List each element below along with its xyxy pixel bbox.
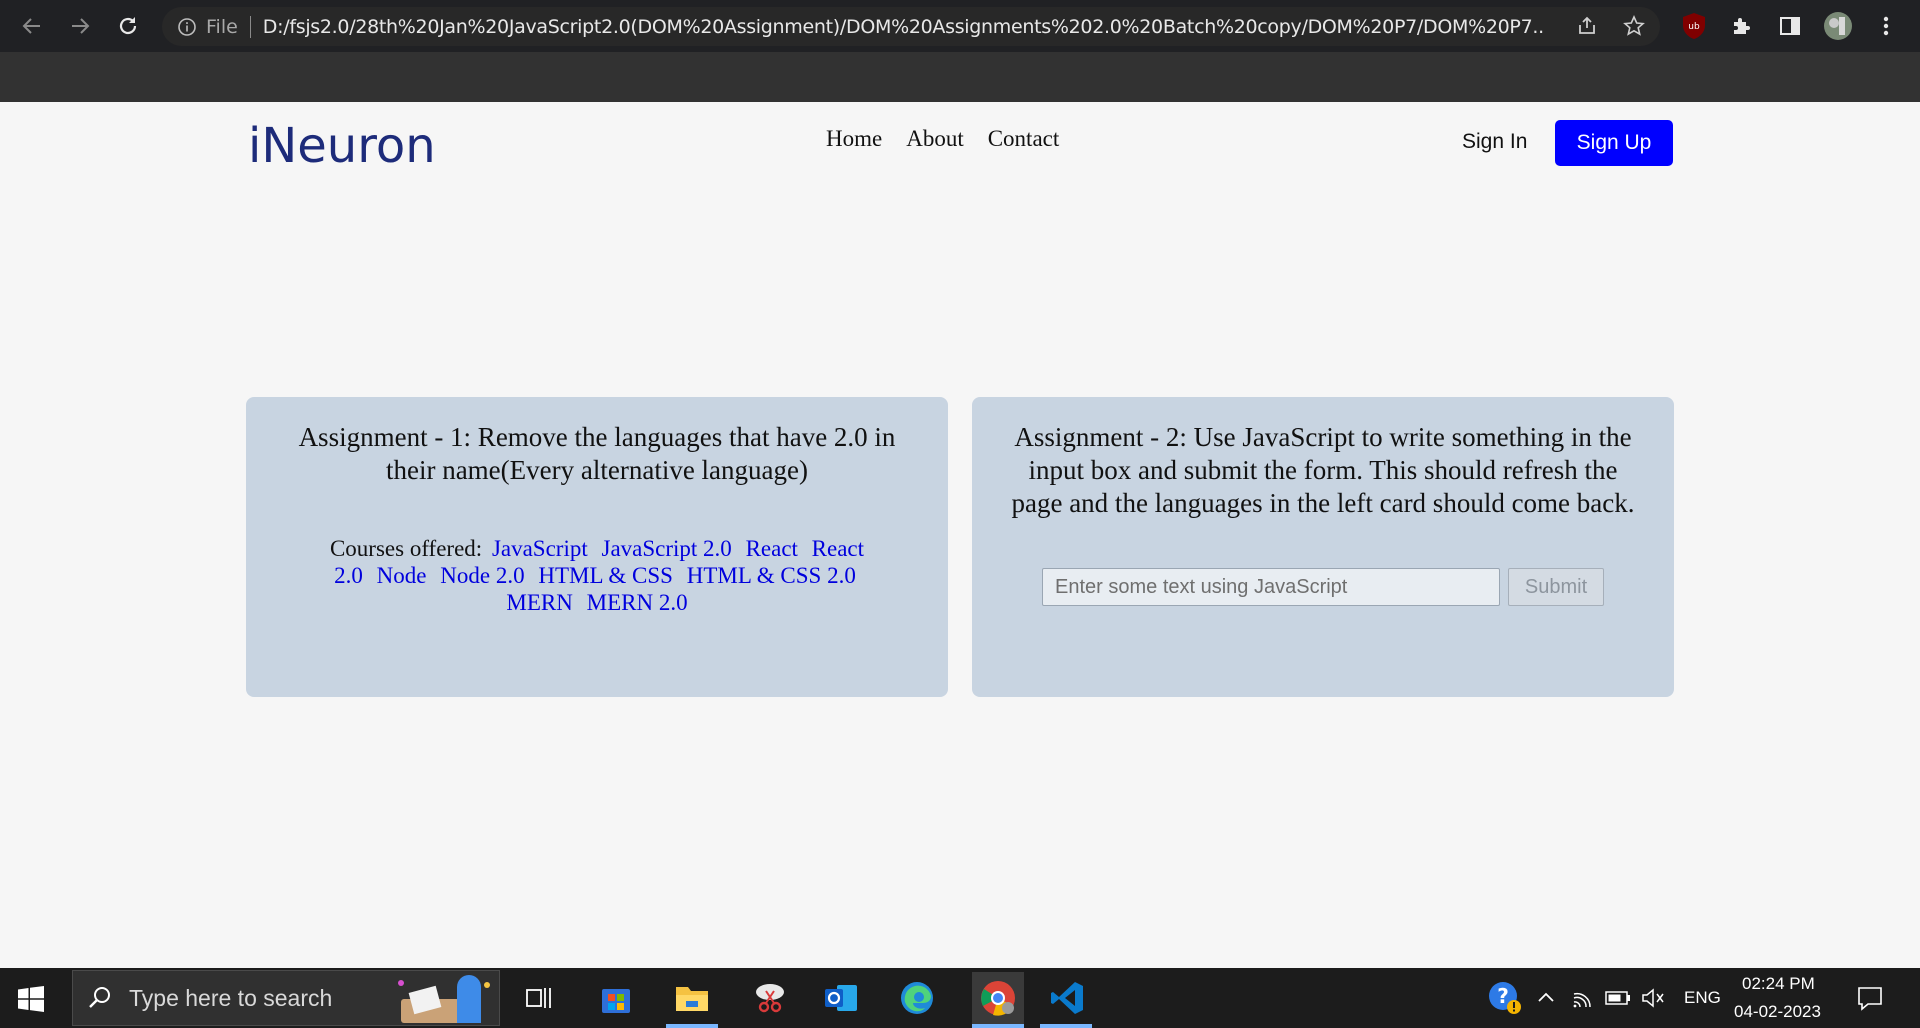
windows-logo-icon (18, 986, 44, 1012)
assignment-1-title: Assignment - 1: Remove the languages tha… (298, 422, 896, 485)
browser-menu-button[interactable] (1870, 10, 1902, 42)
language-link[interactable]: MERN (506, 590, 572, 615)
wifi-icon (1573, 992, 1591, 1008)
chevron-up-icon (1538, 992, 1554, 1002)
start-button[interactable] (14, 982, 48, 1016)
help-tray-icon[interactable]: ? (1485, 978, 1525, 1018)
back-button[interactable] (16, 10, 48, 42)
notification-icon (1858, 987, 1882, 1011)
language-link[interactable]: MERN 2.0 (587, 590, 688, 615)
avatar-icon (1824, 12, 1852, 40)
search-placeholder: Type here to search (129, 984, 333, 1011)
snipping-tool-button[interactable] (750, 978, 790, 1018)
browser-secondary-bar (0, 52, 1920, 104)
sign-up-button[interactable]: Sign Up (1555, 120, 1673, 166)
vscode-icon (1051, 982, 1083, 1014)
info-icon[interactable] (176, 16, 198, 38)
active-app-indicator (1040, 1024, 1092, 1028)
folder-icon (676, 987, 708, 1011)
language-link[interactable]: JavaScript 2.0 (602, 536, 732, 561)
microsoft-store-button[interactable] (596, 978, 636, 1018)
kebab-menu-icon (1883, 16, 1889, 36)
taskbar-search[interactable]: Type here to search (72, 970, 500, 1026)
language-link[interactable]: React (746, 536, 798, 561)
active-app-indicator (666, 1024, 718, 1028)
protocol-label: File (206, 15, 238, 38)
chrome-button[interactable] (972, 972, 1024, 1024)
puzzle-icon (1734, 18, 1750, 34)
edge-icon (901, 982, 933, 1014)
vscode-button[interactable] (1047, 978, 1087, 1018)
browser-toolbar: File D:/fsjs2.0/28th%20Jan%20JavaScript2… (0, 0, 1920, 52)
courses-label: Courses offered: (329, 536, 483, 561)
network-tray-icon[interactable] (1563, 978, 1603, 1018)
extensions-button[interactable] (1726, 10, 1758, 42)
browser-chrome: File D:/fsjs2.0/28th%20Jan%20JavaScript2… (0, 0, 1920, 104)
chrome-icon (981, 981, 1015, 1016)
store-icon (602, 989, 630, 1013)
search-icon (89, 987, 110, 1008)
language-link[interactable]: HTML & CSS (538, 563, 673, 588)
url-text[interactable]: D:/fsjs2.0/28th%20Jan%20JavaScript2.0(DO… (263, 16, 1543, 38)
logo-text: iNeuron (248, 118, 436, 174)
language-link[interactable]: HTML & CSS 2.0 (687, 563, 856, 588)
assignment-1-card: Assignment - 1: Remove the languages tha… (246, 397, 948, 697)
help-icon: ? (1489, 982, 1521, 1014)
nav-home[interactable]: Home (826, 126, 882, 152)
taskbar: Type here to search ? ENG 02:24 PM 04-02… (0, 968, 1920, 1028)
shield-icon: ub (1683, 13, 1705, 39)
show-hidden-icons-button[interactable] (1526, 978, 1566, 1018)
assignment-2-title: Assignment - 2: Use JavaScript to write … (1011, 422, 1635, 518)
reload-icon (119, 17, 137, 35)
active-app-indicator (972, 1024, 1024, 1028)
address-separator (249, 15, 251, 38)
arrow-left-icon (22, 18, 40, 34)
svg-text:ub: ub (1688, 22, 1700, 32)
logo-mark: iNeuron (248, 118, 436, 174)
svg-text:?: ? (1497, 984, 1509, 1008)
web-page: iNeuron Home About Contact Sign In Sign … (0, 102, 1920, 968)
ublock-extension-button[interactable]: ub (1678, 10, 1710, 42)
language-link[interactable]: JavaScript (492, 536, 588, 561)
text-form: Submit (1000, 568, 1646, 606)
side-panel-button[interactable] (1774, 10, 1806, 42)
reload-button[interactable] (112, 10, 144, 42)
profile-avatar[interactable] (1822, 10, 1854, 42)
forward-button[interactable] (64, 10, 96, 42)
battery-tray-icon[interactable] (1598, 978, 1638, 1018)
battery-icon (1605, 991, 1630, 1005)
text-input[interactable] (1042, 568, 1500, 606)
side-panel-icon (1780, 17, 1800, 35)
notifications-button[interactable] (1850, 978, 1890, 1018)
bookmark-star-icon[interactable] (1622, 14, 1646, 38)
ineuron-logo[interactable]: iNeuron (248, 118, 458, 174)
file-explorer-button[interactable] (672, 978, 712, 1018)
input-language[interactable]: ENG (1684, 988, 1721, 1008)
clock-time[interactable]: 02:24 PM (1742, 974, 1815, 994)
address-bar[interactable]: File D:/fsjs2.0/28th%20Jan%20JavaScript2… (162, 7, 1660, 46)
share-icon[interactable] (1575, 14, 1599, 38)
nav-about[interactable]: About (906, 126, 964, 152)
submit-button[interactable]: Submit (1508, 568, 1604, 606)
volume-tray-icon[interactable] (1633, 978, 1673, 1018)
language-link[interactable]: Node 2.0 (440, 563, 524, 588)
language-link[interactable]: Node (377, 563, 427, 588)
outlook-button[interactable] (821, 978, 861, 1018)
clock-date[interactable]: 04-02-2023 (1734, 1002, 1821, 1022)
search-highlight-illustration (398, 975, 490, 1023)
main-nav: Home About Contact (826, 126, 1083, 152)
nav-contact[interactable]: Contact (988, 126, 1060, 152)
edge-button[interactable] (897, 978, 937, 1018)
speaker-muted-icon (1642, 988, 1664, 1008)
courses-offered: Courses offered: JavaScript JavaScript 2… (274, 535, 920, 616)
outlook-icon (825, 985, 857, 1011)
task-view-icon (526, 988, 551, 1008)
task-view-button[interactable] (519, 978, 559, 1018)
sign-in-link[interactable]: Sign In (1462, 130, 1527, 154)
scissors-icon (756, 984, 784, 1013)
arrow-right-icon (72, 18, 90, 34)
assignment-2-card: Assignment - 2: Use JavaScript to write … (972, 397, 1674, 697)
